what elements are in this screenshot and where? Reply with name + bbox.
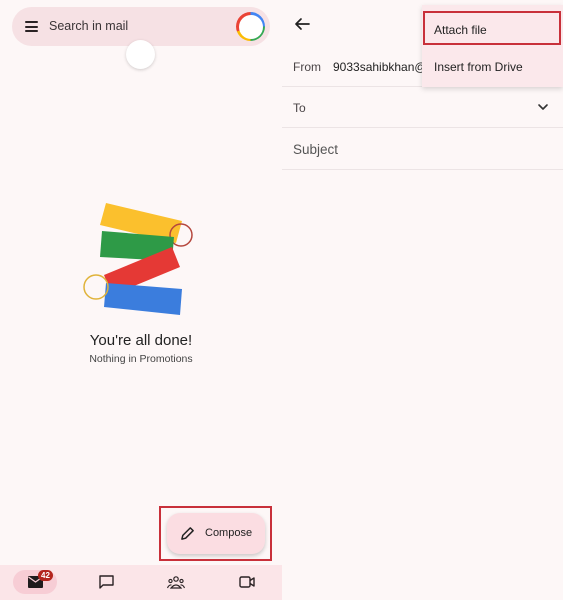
search-input[interactable]: Search in mail [49,19,128,33]
chevron-down-icon[interactable] [537,102,549,112]
from-value[interactable]: 9033sahibkhan@ [333,60,428,74]
account-avatar[interactable] [236,12,265,41]
nav-meet[interactable] [233,570,261,594]
compose-highlight-box [159,506,272,561]
spaces-icon [167,575,185,589]
screenshot-root: Search in mail You're all done! Nothing … [0,0,563,600]
compose-panel: From 9033sahibkhan@ To Subject Attach fi… [282,0,563,600]
unread-count-badge: 42 [38,570,53,581]
inbox-panel: Search in mail You're all done! Nothing … [0,0,282,600]
menu-item-label: Insert from Drive [434,60,523,74]
to-label: To [293,101,306,115]
empty-promotions-illustration [83,203,193,315]
from-label: From [293,60,321,74]
menu-item-insert-from-drive[interactable]: Insert from Drive [422,49,563,83]
back-arrow-icon[interactable] [294,16,310,32]
nav-chat[interactable] [92,570,120,594]
subject-input[interactable]: Subject [293,142,338,157]
chat-icon [98,575,114,589]
blue-tag [104,283,182,315]
empty-state-subtitle: Nothing in Promotions [89,353,193,365]
to-field-row[interactable]: To [282,87,563,128]
hamburger-menu-icon[interactable] [25,21,38,32]
nav-spaces[interactable] [162,570,190,594]
empty-state-title: You're all done! [89,332,193,349]
yellow-key-ring [83,274,109,300]
video-icon [239,576,255,588]
subject-field-row[interactable]: Subject [282,128,563,170]
attach-file-highlight-box [423,11,561,45]
refresh-indicator [126,40,155,69]
